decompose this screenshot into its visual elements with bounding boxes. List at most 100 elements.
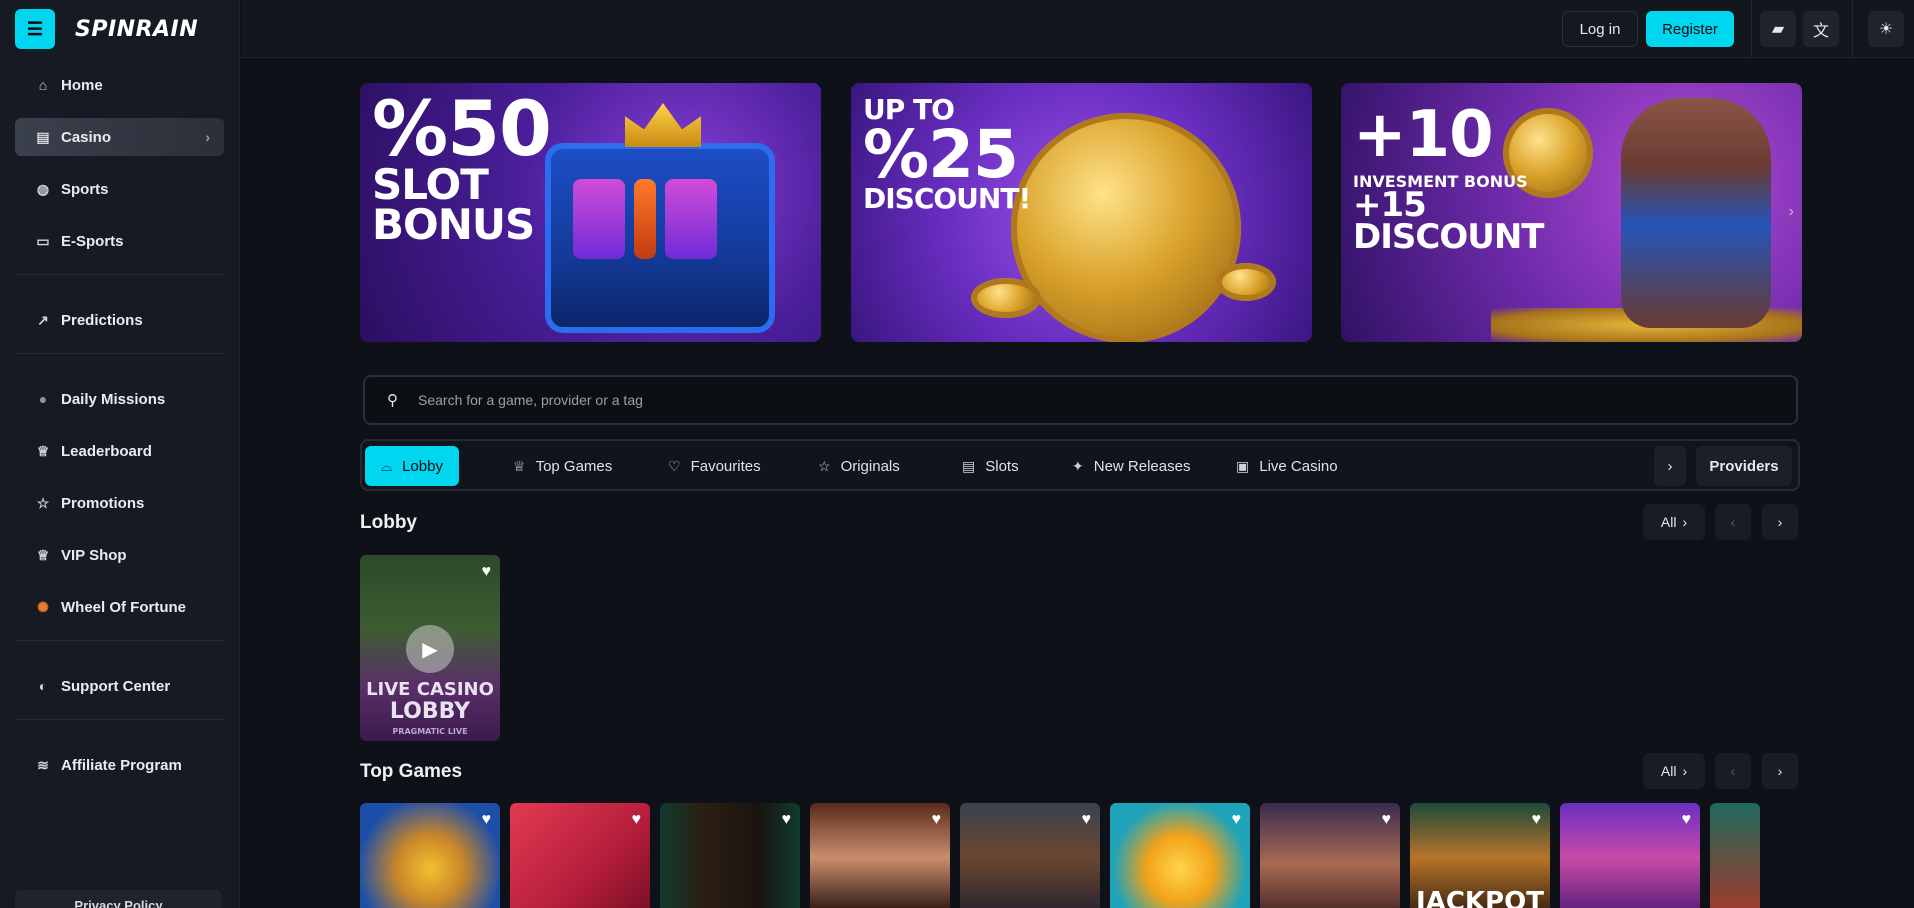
- sidebar-item-label: Support Center: [61, 677, 171, 695]
- game-card[interactable]: ♥: [960, 803, 1100, 908]
- banner-text: %50 SLOT BONUS: [372, 90, 552, 245]
- sidebar-item-casino[interactable]: ▤ Casino ›: [15, 118, 224, 156]
- translate-icon[interactable]: 文: [1803, 11, 1839, 47]
- search-icon: ⚲: [387, 392, 398, 409]
- tab-top-games[interactable]: ♕ Top Games: [497, 446, 628, 486]
- sidebar-item-support-center[interactable]: ◐ Support Center: [15, 667, 224, 705]
- banner-investment-bonus[interactable]: +10 INVESMENT BONUS +15 DISCOUNT ›: [1341, 83, 1802, 342]
- sidebar-item-sports[interactable]: ◍ Sports: [15, 170, 224, 208]
- chevron-right-icon: ›: [205, 129, 210, 145]
- topbar: Log in Register ▰ 文 ☀: [241, 0, 1914, 58]
- heart-icon[interactable]: ♥: [1532, 811, 1542, 829]
- nav-group: ≋ Affiliate Program: [0, 738, 239, 784]
- bulldog-illustration: [1621, 98, 1771, 328]
- heart-icon[interactable]: ♥: [482, 563, 492, 581]
- game-card[interactable]: ♥: [510, 803, 650, 908]
- ball-icon: ◍: [36, 180, 50, 197]
- game-card-jackpot[interactable]: ♥ JACKPOT: [1410, 803, 1550, 908]
- heart-icon[interactable]: ♥: [782, 811, 792, 829]
- search-input[interactable]: [418, 392, 1718, 408]
- heart-icon[interactable]: ♥: [1082, 811, 1092, 829]
- game-card-partial[interactable]: [1710, 803, 1760, 908]
- game-card[interactable]: ♥: [360, 803, 500, 908]
- banner-discount[interactable]: UP TO %25 DISCOUNT!: [851, 83, 1312, 342]
- scroll-left-button[interactable]: ‹: [1715, 504, 1751, 540]
- lobby-icon: ⌓: [381, 457, 393, 474]
- chevron-right-icon: ›: [1682, 514, 1688, 530]
- sidebar-item-promotions[interactable]: ☆ Promotions: [15, 484, 224, 522]
- sidebar-item-leaderboard[interactable]: ♕ Leaderboard: [15, 432, 224, 470]
- heart-icon[interactable]: ♥: [1682, 811, 1692, 829]
- banner-subline: DISCOUNT!: [863, 182, 1031, 216]
- tab-live-casino[interactable]: ▣ Live Casino: [1220, 446, 1354, 486]
- view-all-button[interactable]: All ›: [1643, 504, 1705, 540]
- scroll-left-button[interactable]: ‹: [1715, 753, 1751, 789]
- game-card[interactable]: ♥: [660, 803, 800, 908]
- menu-icon[interactable]: ☰: [15, 9, 55, 49]
- sidebar-item-label: E-Sports: [61, 232, 124, 250]
- sidebar-item-home[interactable]: ⌂ Home: [15, 66, 224, 104]
- star-icon: ☆: [818, 457, 831, 474]
- play-icon[interactable]: ▶: [406, 625, 454, 673]
- view-all-label: All: [1660, 514, 1677, 530]
- heart-icon[interactable]: ♥: [482, 811, 492, 829]
- search-bar: ⚲: [363, 375, 1798, 425]
- slot-machine-illustration: [545, 143, 775, 333]
- banner-headline: +10: [1353, 98, 1494, 172]
- chat-icon[interactable]: ▰: [1760, 11, 1796, 47]
- sidebar-item-wheel-of-fortune[interactable]: ✺ Wheel Of Fortune: [15, 588, 224, 626]
- card-provider: PRAGMATIC LIVE: [392, 727, 468, 736]
- game-card[interactable]: ♥: [1560, 803, 1700, 908]
- privacy-policy-link[interactable]: Privacy Policy: [15, 890, 222, 908]
- game-card[interactable]: ♥: [810, 803, 950, 908]
- tab-label: New Releases: [1093, 457, 1191, 475]
- sidebar-item-label: Casino: [61, 128, 112, 146]
- scroll-right-button[interactable]: ›: [1762, 753, 1798, 789]
- banner-text: UP TO %25 DISCOUNT!: [863, 96, 1031, 216]
- topbar-divider: [1852, 0, 1853, 58]
- handshake-icon: ≋: [37, 756, 49, 773]
- banner-slot-bonus[interactable]: %50 SLOT BONUS: [360, 83, 821, 342]
- sidebar-nav: ⌂ Home ▤ Casino › ◍ Sports ▭ E-Sports ↗ Prediction…: [0, 58, 239, 784]
- heart-icon[interactable]: ♥: [1382, 811, 1392, 829]
- game-card[interactable]: ♥: [1260, 803, 1400, 908]
- login-button[interactable]: Log in: [1562, 11, 1638, 47]
- app-root: ☰ SPINRAIN ⌂ Home ▤ Casino › ◍ Sports ▭ E-Sports…: [0, 0, 1914, 908]
- site-logo[interactable]: SPINRAIN: [75, 17, 198, 42]
- sidebar-item-affiliate-program[interactable]: ≋ Affiliate Program: [15, 746, 224, 784]
- tab-favourites[interactable]: ♡ Favourites: [652, 446, 777, 486]
- sidebar-item-label: Sports: [61, 180, 109, 198]
- heart-icon[interactable]: ♥: [632, 811, 642, 829]
- sidebar-item-vip-shop[interactable]: ♕ VIP Shop: [15, 536, 224, 574]
- sidebar-item-e-sports[interactable]: ▭ E-Sports: [15, 222, 224, 260]
- tab-new-releases[interactable]: ✦ New Releases: [1056, 446, 1206, 486]
- heart-icon[interactable]: ♥: [1232, 811, 1242, 829]
- banner-text: +10 INVESMENT BONUS +15 DISCOUNT: [1353, 98, 1544, 254]
- register-button[interactable]: Register: [1646, 11, 1734, 47]
- providers-button[interactable]: Providers: [1696, 446, 1792, 486]
- trophy-icon: ♕: [36, 442, 50, 459]
- tab-slots[interactable]: ▤ Slots: [946, 446, 1035, 486]
- sidebar-item-label: Daily Missions: [61, 390, 166, 408]
- chevron-right-icon[interactable]: ›: [1654, 446, 1686, 486]
- game-card[interactable]: ♥: [1110, 803, 1250, 908]
- nav-group: ↗ Predictions: [0, 293, 239, 339]
- section-title-top-games: Top Games: [360, 761, 463, 782]
- view-all-button[interactable]: All ›: [1643, 753, 1705, 789]
- theme-toggle-icon[interactable]: ☀: [1868, 11, 1904, 47]
- sidebar-item-label: Leaderboard: [61, 442, 152, 460]
- scroll-right-button[interactable]: ›: [1762, 504, 1798, 540]
- tab-originals[interactable]: ☆ Originals: [802, 446, 916, 486]
- slot-machine-icon: ▤: [36, 128, 50, 145]
- game-card-live-casino-lobby[interactable]: ♥ ▶ LIVE CASINO LOBBY PRAGMATIC LIVE: [360, 555, 500, 741]
- sidebar-item-predictions[interactable]: ↗ Predictions: [15, 301, 224, 339]
- chevron-right-icon[interactable]: ›: [1789, 203, 1794, 221]
- view-all-label: All: [1660, 763, 1677, 779]
- trend-up-icon: ↗: [37, 311, 49, 328]
- tab-label: Favourites: [690, 457, 761, 475]
- heart-icon[interactable]: ♥: [932, 811, 942, 829]
- sparkle-icon: ✦: [1072, 457, 1084, 474]
- chevron-right-icon: ›: [1682, 763, 1688, 779]
- sidebar-item-daily-missions[interactable]: ● Daily Missions: [15, 380, 224, 418]
- tab-lobby[interactable]: ⌓ Lobby: [365, 446, 459, 486]
